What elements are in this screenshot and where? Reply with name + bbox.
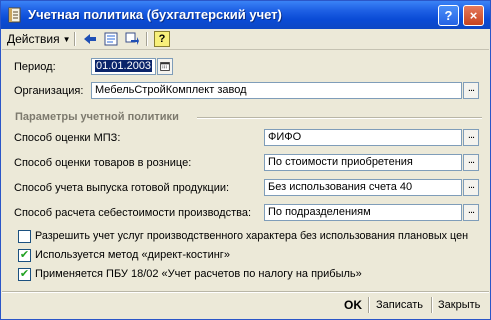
help-icon[interactable]: ? bbox=[154, 31, 170, 47]
mpz-valuation-field[interactable]: ФИФО bbox=[264, 129, 462, 146]
window-title: Учетная политика (бухгалтерский учет) bbox=[28, 7, 282, 22]
toolbar: Действия ▼ ? bbox=[2, 29, 489, 50]
calendar-icon[interactable] bbox=[157, 58, 173, 75]
document-list-icon[interactable] bbox=[103, 31, 119, 47]
save-button[interactable]: Записать bbox=[376, 297, 423, 313]
title-bar[interactable]: Учетная политика (бухгалтерский учет) ? … bbox=[1, 1, 490, 29]
organization-field[interactable]: МебельСтройКомплект завод bbox=[91, 82, 462, 99]
checkbox-direct-costing-label[interactable]: Используется метод «директ-костинг» bbox=[35, 249, 230, 261]
row-label-retail: Способ оценки товаров в рознице: bbox=[14, 157, 192, 169]
section-title: Параметры учетной политики bbox=[15, 111, 179, 123]
ok-button[interactable]: OK bbox=[344, 297, 362, 313]
checkbox-services-label[interactable]: Разрешить учет услуг производственного х… bbox=[35, 230, 468, 242]
output-select-button[interactable]: ... bbox=[463, 179, 479, 196]
cost-select-button[interactable]: ... bbox=[463, 204, 479, 221]
mpz-select-button[interactable]: ... bbox=[463, 129, 479, 146]
button-separator bbox=[368, 297, 370, 313]
section-divider bbox=[197, 117, 482, 119]
toolbar-separator bbox=[146, 32, 148, 46]
title-close-button[interactable]: × bbox=[463, 5, 484, 26]
ledger-icon bbox=[8, 7, 21, 23]
checkbox-services-without-plan[interactable] bbox=[18, 230, 31, 243]
structure-icon[interactable] bbox=[124, 31, 140, 47]
row-label-cost: Способ расчета себестоимости производств… bbox=[14, 207, 252, 219]
output-accounting-field[interactable]: Без использования счета 40 bbox=[264, 179, 462, 196]
organization-select-button[interactable]: ... bbox=[463, 82, 479, 99]
retail-valuation-field[interactable]: По стоимости приобретения bbox=[264, 154, 462, 171]
bottom-divider bbox=[2, 291, 489, 293]
close-button[interactable]: Закрыть bbox=[438, 297, 480, 313]
period-label: Период: bbox=[14, 61, 56, 73]
checkbox-pbu-label[interactable]: Применяется ПБУ 18/02 «Учет расчетов по … bbox=[35, 268, 362, 280]
row-label-mpz: Способ оценки МПЗ: bbox=[14, 132, 121, 144]
actions-menu-label: Действия bbox=[7, 32, 60, 46]
button-separator bbox=[431, 297, 433, 313]
toolbar-separator bbox=[74, 32, 76, 46]
retail-select-button[interactable]: ... bbox=[463, 154, 479, 171]
actions-menu[interactable]: Действия ▼ bbox=[7, 31, 71, 47]
organization-label: Организация: bbox=[14, 85, 84, 97]
back-arrow-icon[interactable] bbox=[82, 31, 98, 47]
period-field[interactable]: 01.01.2003 bbox=[91, 58, 156, 75]
dialog-window: Учетная политика (бухгалтерский учет) ? … bbox=[0, 0, 491, 320]
title-help-button[interactable]: ? bbox=[438, 5, 459, 26]
cost-calculation-field[interactable]: По подразделениям bbox=[264, 204, 462, 221]
checkbox-direct-costing[interactable]: ✔ bbox=[18, 249, 31, 262]
period-value: 01.01.2003 bbox=[95, 60, 153, 72]
checkbox-pbu-18[interactable]: ✔ bbox=[18, 268, 31, 281]
dropdown-arrow-icon: ▼ bbox=[62, 35, 71, 44]
row-label-output: Способ учета выпуска готовой продукции: bbox=[14, 182, 230, 194]
